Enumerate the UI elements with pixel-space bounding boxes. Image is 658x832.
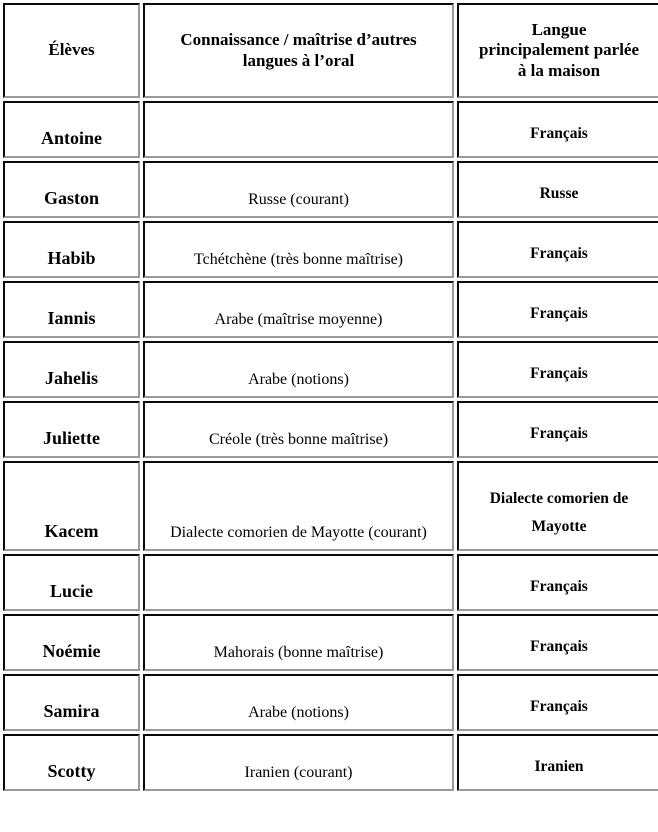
cell-langue-maison-line-2: Mayotte: [531, 518, 587, 536]
cell-langue-maison: Iranien: [457, 734, 658, 791]
cell-langue-maison: Français: [457, 554, 658, 611]
cell-eleve: Scotty: [3, 734, 140, 791]
column-header-langue-maison-line-1: Langue: [531, 20, 587, 40]
document-table-container: Élèves Connaissance / maîtrise d’autres …: [0, 0, 658, 832]
cell-langue-maison: Russe: [457, 161, 658, 218]
column-header-langue-maison-line-2: principalement parlée: [478, 40, 640, 60]
cell-langue-maison: Français: [457, 281, 658, 338]
cell-langue-maison-line-1: Dialecte comorien de: [489, 489, 629, 507]
cell-autres-langues: Arabe (maîtrise moyenne): [143, 281, 454, 338]
cell-autres-langues: Iranien (courant): [143, 734, 454, 791]
cell-autres-langues: Arabe (notions): [143, 341, 454, 398]
table-row: Kacem Dialecte comorien de Mayotte (cour…: [3, 461, 658, 551]
cell-eleve: Samira: [3, 674, 140, 731]
table-row: Habib Tchétchène (très bonne maîtrise) F…: [3, 221, 658, 278]
cell-eleve: Kacem: [3, 461, 140, 551]
table-row: Iannis Arabe (maîtrise moyenne) Français: [3, 281, 658, 338]
table-row: Juliette Créole (très bonne maîtrise) Fr…: [3, 401, 658, 458]
cell-autres-langues: Dialecte comorien de Mayotte (courant): [143, 461, 454, 551]
cell-autres-langues: [143, 101, 454, 158]
cell-langue-maison: Français: [457, 221, 658, 278]
cell-eleve: Habib: [3, 221, 140, 278]
column-header-eleves: Élèves: [3, 3, 140, 98]
cell-langue-maison: Français: [457, 614, 658, 671]
column-header-connaissance-line-1: Connaissance / maîtrise d’autres: [180, 30, 417, 50]
cell-langue-maison: Dialecte comorien de Mayotte: [457, 461, 658, 551]
column-header-langue-maison: Langue principalement parlée à la maison: [457, 3, 658, 98]
table-row: Jahelis Arabe (notions) Français: [3, 341, 658, 398]
cell-langue-maison: Français: [457, 674, 658, 731]
table-row: Samira Arabe (notions) Français: [3, 674, 658, 731]
cell-langue-maison: Français: [457, 341, 658, 398]
cell-eleve: Juliette: [3, 401, 140, 458]
cell-eleve: Lucie: [3, 554, 140, 611]
cell-eleve: Gaston: [3, 161, 140, 218]
cell-eleve: Jahelis: [3, 341, 140, 398]
table-row: Lucie Français: [3, 554, 658, 611]
students-languages-table: Élèves Connaissance / maîtrise d’autres …: [0, 0, 658, 794]
cell-eleve: Iannis: [3, 281, 140, 338]
cell-langue-maison: Français: [457, 101, 658, 158]
header-row: Élèves Connaissance / maîtrise d’autres …: [3, 3, 658, 98]
table-row: Noémie Mahorais (bonne maîtrise) Françai…: [3, 614, 658, 671]
column-header-connaissance: Connaissance / maîtrise d’autres langues…: [143, 3, 454, 98]
cell-eleve: Noémie: [3, 614, 140, 671]
table-body: Antoine Français Gaston Russe (courant) …: [3, 101, 658, 791]
table-row: Antoine Français: [3, 101, 658, 158]
cell-autres-langues: [143, 554, 454, 611]
cell-autres-langues: Mahorais (bonne maîtrise): [143, 614, 454, 671]
cell-autres-langues: Créole (très bonne maîtrise): [143, 401, 454, 458]
column-header-langue-maison-line-3: à la maison: [517, 60, 601, 80]
cell-autres-langues: Russe (courant): [143, 161, 454, 218]
table-header: Élèves Connaissance / maîtrise d’autres …: [3, 3, 658, 98]
table-row: Gaston Russe (courant) Russe: [3, 161, 658, 218]
cell-eleve: Antoine: [3, 101, 140, 158]
cell-autres-langues: Tchétchène (très bonne maîtrise): [143, 221, 454, 278]
cell-langue-maison: Français: [457, 401, 658, 458]
table-row: Scotty Iranien (courant) Iranien: [3, 734, 658, 791]
column-header-eleves-line-1: Élèves: [48, 40, 95, 60]
cell-autres-langues: Arabe (notions): [143, 674, 454, 731]
column-header-connaissance-line-2: langues à l’oral: [242, 50, 355, 70]
